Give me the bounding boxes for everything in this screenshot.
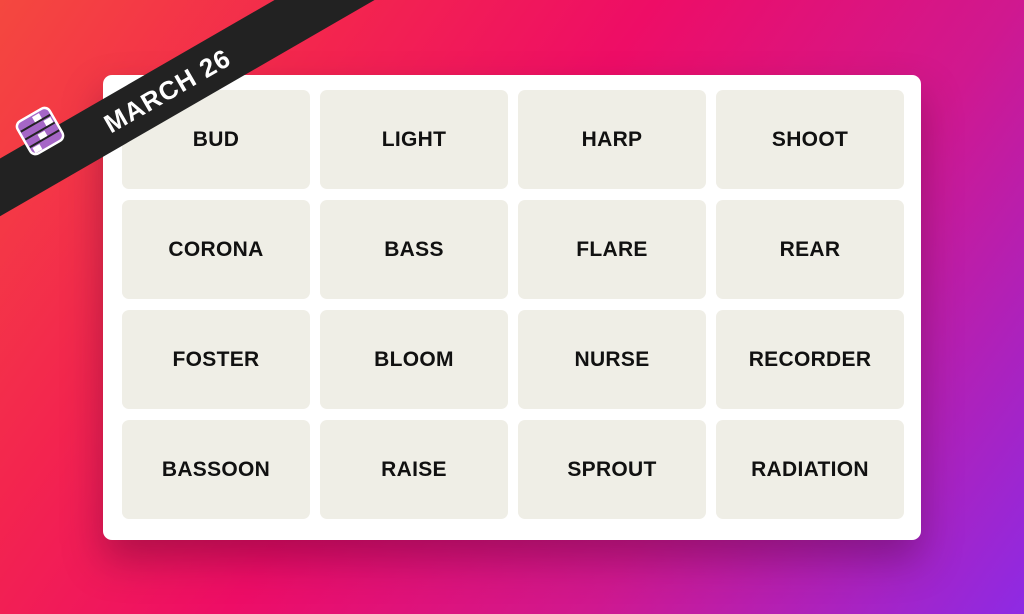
word-tile-rear[interactable]: REAR: [716, 200, 904, 299]
word-tile-bloom[interactable]: BLOOM: [320, 310, 508, 409]
word-tile-corona[interactable]: CORONA: [122, 200, 310, 299]
word-tile-light[interactable]: LIGHT: [320, 90, 508, 189]
word-tile-raise[interactable]: RAISE: [320, 420, 508, 519]
word-tile-bassoon[interactable]: BASSOON: [122, 420, 310, 519]
word-tile-recorder[interactable]: RECORDER: [716, 310, 904, 409]
word-tile-sprout[interactable]: SPROUT: [518, 420, 706, 519]
word-tile-harp[interactable]: HARP: [518, 90, 706, 189]
word-grid-card: BUD LIGHT HARP SHOOT CORONA BASS FLARE REAR FOST…: [103, 75, 921, 540]
word-tile-foster[interactable]: FOSTER: [122, 310, 310, 409]
word-tile-bass[interactable]: BASS: [320, 200, 508, 299]
word-tile-nurse[interactable]: NURSE: [518, 310, 706, 409]
word-tile-radiation[interactable]: RADIATION: [716, 420, 904, 519]
word-tile-shoot[interactable]: SHOOT: [716, 90, 904, 189]
word-tile-flare[interactable]: FLARE: [518, 200, 706, 299]
